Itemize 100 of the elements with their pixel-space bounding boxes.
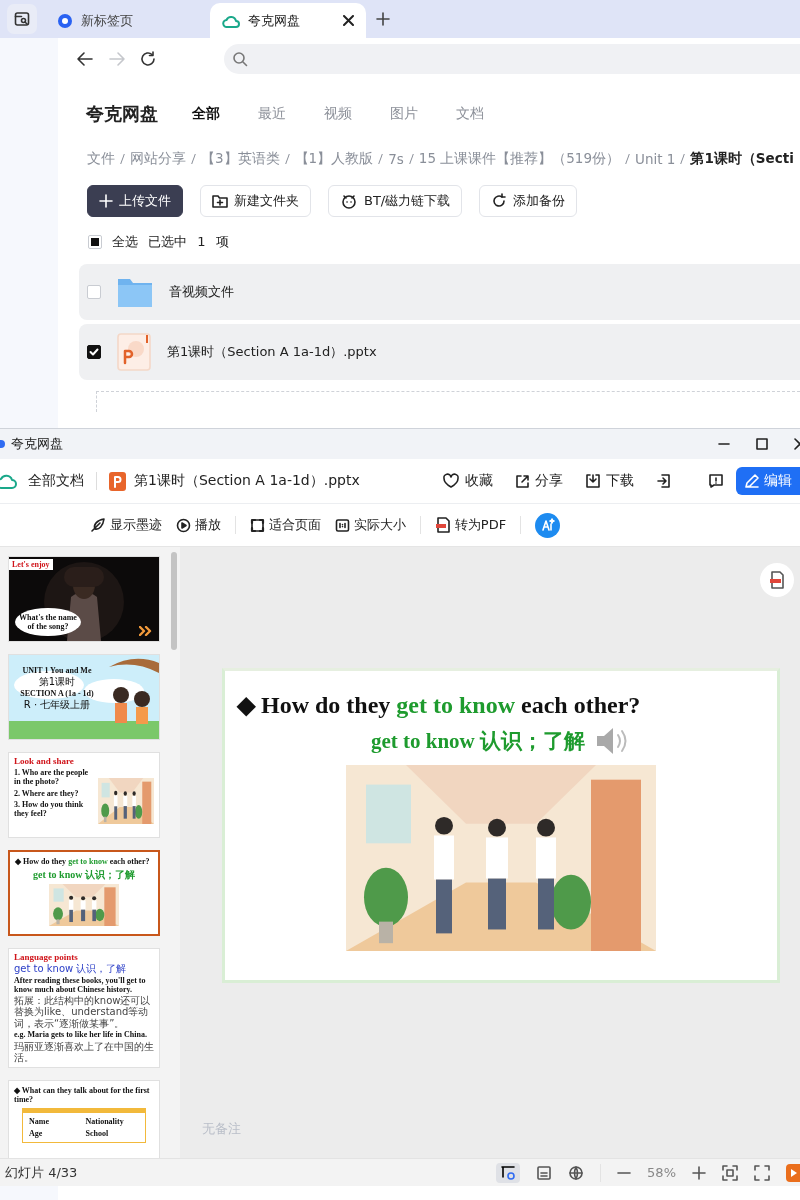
scrollbar[interactable] xyxy=(171,552,177,650)
zoom-in-icon[interactable] xyxy=(692,1165,706,1180)
slide-heading: Let's enjoy xyxy=(9,559,53,570)
slides-file-icon xyxy=(109,471,126,491)
fullscreen-icon[interactable] xyxy=(754,1164,770,1181)
pdf-convert-button[interactable] xyxy=(760,563,794,597)
slide-text: 3. How do you think they feel? xyxy=(14,801,85,819)
slide-text: R · 七年级上册 xyxy=(23,698,91,710)
toolbar-button[interactable]: 播放 xyxy=(175,516,221,534)
fit-screen-icon[interactable] xyxy=(722,1164,738,1181)
fit-page-icon xyxy=(249,517,265,533)
cloud-icon xyxy=(0,473,18,489)
slide-thumbnail[interactable] xyxy=(8,948,160,1068)
row-checkbox[interactable] xyxy=(87,345,101,359)
toolbar-button[interactable]: 转为PDF xyxy=(434,516,507,534)
play-icon xyxy=(175,517,191,533)
window-title: 夸克网盘 xyxy=(11,435,63,453)
toolbar-button[interactable]: 收藏 xyxy=(442,472,493,490)
browser-logo-icon xyxy=(57,12,73,29)
action-button[interactable]: BT/磁力链下载 xyxy=(328,185,463,217)
browser-tab[interactable]: 夸克网盘 xyxy=(210,3,366,38)
play-icon xyxy=(790,1167,798,1178)
slide-text: get to know 认识；了解 xyxy=(370,728,586,755)
app-logo: 夸克网盘 xyxy=(86,102,158,126)
browser-tab[interactable]: 新标签页 xyxy=(45,3,204,38)
cloud-icon xyxy=(222,13,240,28)
share-icon xyxy=(515,473,530,489)
slideshow-button[interactable] xyxy=(786,1163,800,1182)
robot-icon xyxy=(340,193,358,209)
new-tab-icon[interactable] xyxy=(376,12,390,26)
tab-title: 夸克网盘 xyxy=(248,11,301,30)
slide-thumbnail[interactable]: ◆ How do they get to know each other? get to know 认识；了解 xyxy=(8,850,160,936)
slide-text: 玛丽亚逐渐喜欢上了在中国的生活。 xyxy=(14,1040,154,1064)
slides-file-icon xyxy=(117,333,151,371)
slide-text: get to know 认识；了解 xyxy=(32,868,136,882)
slide-text: 第1课时 xyxy=(38,676,76,688)
slide-text: 1. Who are the people in the photo? xyxy=(14,769,90,787)
ai-button[interactable] xyxy=(535,512,561,538)
maximize-icon[interactable] xyxy=(756,438,768,450)
slide-heading: Look and share xyxy=(14,756,75,766)
nav-tab[interactable]: 全部 xyxy=(192,105,220,123)
file-row[interactable]: 第1课时（Section A 1a-1d）.pptx xyxy=(79,324,800,380)
action-button[interactable]: 添加备份 xyxy=(479,185,578,217)
reading-mode-button[interactable] xyxy=(496,1162,521,1183)
plus-icon xyxy=(99,194,113,208)
globe-icon[interactable] xyxy=(568,1164,585,1181)
feather-icon xyxy=(89,517,106,533)
slide-heading: ◆ How do they get to know each other? xyxy=(237,691,641,719)
slide-thumbnail[interactable]: UNIT 1 You and Me 第1课时 SECTION A (1a - 1d) R · 七年级上册 xyxy=(8,654,160,740)
toolbar-button[interactable]: 实际大小 xyxy=(334,516,406,534)
file-row[interactable]: 音视频文件 xyxy=(79,264,800,320)
search-icon xyxy=(232,51,248,67)
slide-heading: UNIT 1 You and Me xyxy=(22,666,92,675)
toolbar-button[interactable]: 分享 xyxy=(515,472,563,490)
slide-heading: ◆ How do they get to know each other? xyxy=(15,857,151,866)
upload-button[interactable]: 上传文件 xyxy=(87,185,183,217)
action-button[interactable]: 新建文件夹 xyxy=(200,185,311,217)
tab-title: 新标签页 xyxy=(81,11,134,30)
slide-text: After reading these books, you'll get to know much about Chinese history. xyxy=(14,975,147,994)
slide-heading: ◆ What can they talk about for the first time? xyxy=(14,1085,151,1104)
check-icon xyxy=(89,347,99,357)
zoom-level: 58% xyxy=(647,1165,676,1180)
pdf-file-icon xyxy=(768,571,786,589)
back-icon[interactable] xyxy=(76,51,94,67)
slide-thumbnail[interactable]: Let's enjoy What's the name of the song? xyxy=(8,556,160,642)
heart-icon xyxy=(442,473,460,489)
slide-heading: Language points xyxy=(14,952,79,962)
pdf-file-icon xyxy=(434,517,451,533)
folder-plus-icon xyxy=(212,194,228,208)
slide-thumbnail[interactable]: Look and share 1. Who are the people in the photo? 2. Where are they? 3. How do you think they feel? xyxy=(8,752,160,838)
slide-thumbnail[interactable]: ◆ What can they talk about for the first time? Name Nationality Age School xyxy=(8,1079,160,1158)
folder-icon xyxy=(117,276,153,308)
table-cell-text: Age xyxy=(29,1128,44,1138)
notes-icon[interactable] xyxy=(536,1164,553,1181)
reload-icon[interactable] xyxy=(140,51,156,67)
slide-text: e.g. Maria gets to like her life in China. xyxy=(14,1030,148,1040)
select-all-label: 全选 xyxy=(112,233,138,251)
all-docs-link[interactable]: 全部文档 xyxy=(28,472,84,490)
document-title: 第1课时（Section A 1a-1d）.pptx xyxy=(134,472,360,490)
toolbar-button[interactable]: 下载 xyxy=(585,472,634,490)
table-cell-text: Name xyxy=(29,1116,50,1126)
slide-text: get to know 认识，了解 xyxy=(14,963,128,975)
edit-button[interactable]: 编辑 xyxy=(736,467,800,495)
slide-text: 拓展：此结构中的know还可以替换为like、understand等动词，表示“逐渐做某事”。 xyxy=(14,994,152,1030)
tab-search-icon xyxy=(14,11,30,27)
toolbar-button[interactable]: 适合页面 xyxy=(249,516,321,534)
export-icon[interactable] xyxy=(656,473,672,489)
download-icon xyxy=(585,473,601,489)
file-name: 音视频文件 xyxy=(169,283,234,301)
file-name: 第1课时（Section A 1a-1d）.pptx xyxy=(167,343,377,361)
actual-size-icon xyxy=(334,517,350,533)
close-icon[interactable] xyxy=(343,15,354,26)
selection-count: 已选中 1 项 xyxy=(148,233,229,251)
sync-icon xyxy=(491,193,508,209)
toolbar-button[interactable]: 显示墨迹 xyxy=(89,516,162,534)
tab-search-button[interactable] xyxy=(7,4,37,34)
feedback-icon[interactable] xyxy=(708,473,724,489)
select-all-checkbox[interactable] xyxy=(88,235,102,249)
slide-text: SECTION A (1a - 1d) xyxy=(20,688,94,698)
breadcrumb: 第1课时（Secti xyxy=(690,150,794,168)
